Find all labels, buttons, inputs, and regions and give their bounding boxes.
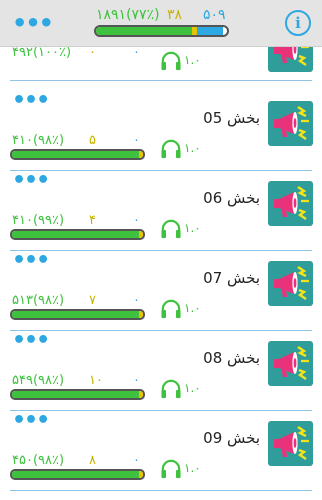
headphones-icon[interactable]: [160, 459, 182, 479]
megaphone-icon: [268, 101, 313, 146]
info-icon[interactable]: i: [285, 10, 311, 36]
headphones-icon[interactable]: [160, 299, 182, 319]
row-wrong: ۷: [89, 293, 96, 308]
megaphone-icon: [268, 421, 313, 466]
row-remaining: ۰: [133, 293, 140, 308]
row-progress-bar: [10, 309, 145, 320]
section-row[interactable]: ••• بخش 09 ۴۵۰(۹۸٪) ۸ ۰ ۱.۰: [0, 408, 322, 491]
more-dots-icon[interactable]: •••: [12, 328, 50, 353]
row-correct: ۴۱۰(۹۸٪): [12, 133, 65, 148]
section-list: ۴۹۲(۱۰۰٪) ۰ ۰ ۱.۰ ••• بخش 05 ۴۱۰(۹۸٪) ۵ …: [0, 47, 322, 500]
megaphone-icon: [268, 181, 313, 226]
row-correct: ۴۹۲(۱۰۰٪): [12, 47, 72, 60]
progress-yellow: [139, 151, 143, 158]
playback-speed[interactable]: ۱.۰: [184, 301, 201, 315]
row-correct: ۵۱۳(۹۸٪): [12, 293, 65, 308]
headphones-icon[interactable]: [160, 219, 182, 239]
overall-progress-blue: [196, 27, 224, 35]
row-remaining: ۰: [133, 453, 140, 468]
row-remaining: ۰: [133, 133, 140, 148]
more-dots-icon[interactable]: •••: [12, 168, 50, 193]
megaphone-icon: [268, 261, 313, 306]
progress-green: [12, 391, 140, 398]
more-dots-icon[interactable]: •••: [12, 408, 50, 433]
total-wrong-stat: ۳۸: [167, 7, 183, 23]
overall-progress-bar: [94, 25, 229, 37]
playback-speed[interactable]: ۱.۰: [184, 53, 201, 67]
row-progress-bar: [10, 469, 145, 480]
row-divider: [10, 80, 312, 81]
megaphone-icon: [268, 47, 313, 72]
row-wrong: ۰: [89, 47, 96, 60]
row-correct: ۵۴۹(۹۸٪): [12, 373, 65, 388]
progress-yellow: [139, 471, 143, 478]
overall-progress-green: [96, 27, 192, 35]
playback-speed[interactable]: ۱.۰: [184, 221, 201, 235]
row-progress-bar: [10, 389, 145, 400]
total-count-stat: ۵۰۹: [203, 7, 226, 23]
section-title: بخش 05: [203, 109, 260, 127]
total-correct-stat: ۱۸۹۱(۷۷٪): [96, 7, 160, 23]
playback-speed[interactable]: ۱.۰: [184, 461, 201, 475]
section-row[interactable]: ••• بخش 08 ۵۴۹(۹۸٪) ۱۰ ۰ ۱.۰: [0, 328, 322, 411]
section-title: بخش 08: [203, 349, 260, 367]
section-row[interactable]: ••• بخش 05 ۴۱۰(۹۸٪) ۵ ۰ ۱.۰: [0, 88, 322, 171]
row-correct: ۴۱۰(۹۹٪): [12, 213, 65, 228]
row-correct: ۴۵۰(۹۸٪): [12, 453, 65, 468]
headphones-icon[interactable]: [160, 51, 182, 71]
progress-yellow: [139, 311, 143, 318]
more-dots-icon[interactable]: •••: [12, 9, 54, 37]
row-remaining: ۰: [133, 213, 140, 228]
row-divider: [10, 490, 312, 491]
megaphone-icon: [268, 341, 313, 386]
row-wrong: ۴: [89, 213, 96, 228]
row-progress-bar: [10, 229, 145, 240]
progress-yellow: [139, 231, 143, 238]
row-remaining: ۰: [133, 373, 140, 388]
row-wrong: ۸: [89, 453, 96, 468]
progress-green: [12, 311, 140, 318]
progress-green: [12, 471, 140, 478]
section-title: بخش 06: [203, 189, 260, 207]
headphones-icon[interactable]: [160, 379, 182, 399]
row-wrong: ۵: [89, 133, 96, 148]
progress-yellow: [139, 391, 143, 398]
playback-speed[interactable]: ۱.۰: [184, 381, 201, 395]
top-bar: ••• ۱۸۹۱(۷۷٪) ۳۸ ۵۰۹ i: [0, 0, 322, 47]
section-title: بخش 09: [203, 429, 260, 447]
playback-speed[interactable]: ۱.۰: [184, 141, 201, 155]
more-dots-icon[interactable]: •••: [12, 88, 50, 113]
headphones-icon[interactable]: [160, 139, 182, 159]
progress-green: [12, 151, 140, 158]
row-remaining: ۰: [133, 47, 140, 60]
row-progress-bar: [10, 149, 145, 160]
section-title: بخش 07: [203, 269, 260, 287]
section-row[interactable]: ••• بخش 06 ۴۱۰(۹۹٪) ۴ ۰ ۱.۰: [0, 168, 322, 251]
section-row[interactable]: ••• بخش 07 ۵۱۳(۹۸٪) ۷ ۰ ۱.۰: [0, 248, 322, 331]
more-dots-icon[interactable]: •••: [12, 248, 50, 273]
progress-green: [12, 231, 140, 238]
row-wrong: ۱۰: [89, 373, 103, 388]
